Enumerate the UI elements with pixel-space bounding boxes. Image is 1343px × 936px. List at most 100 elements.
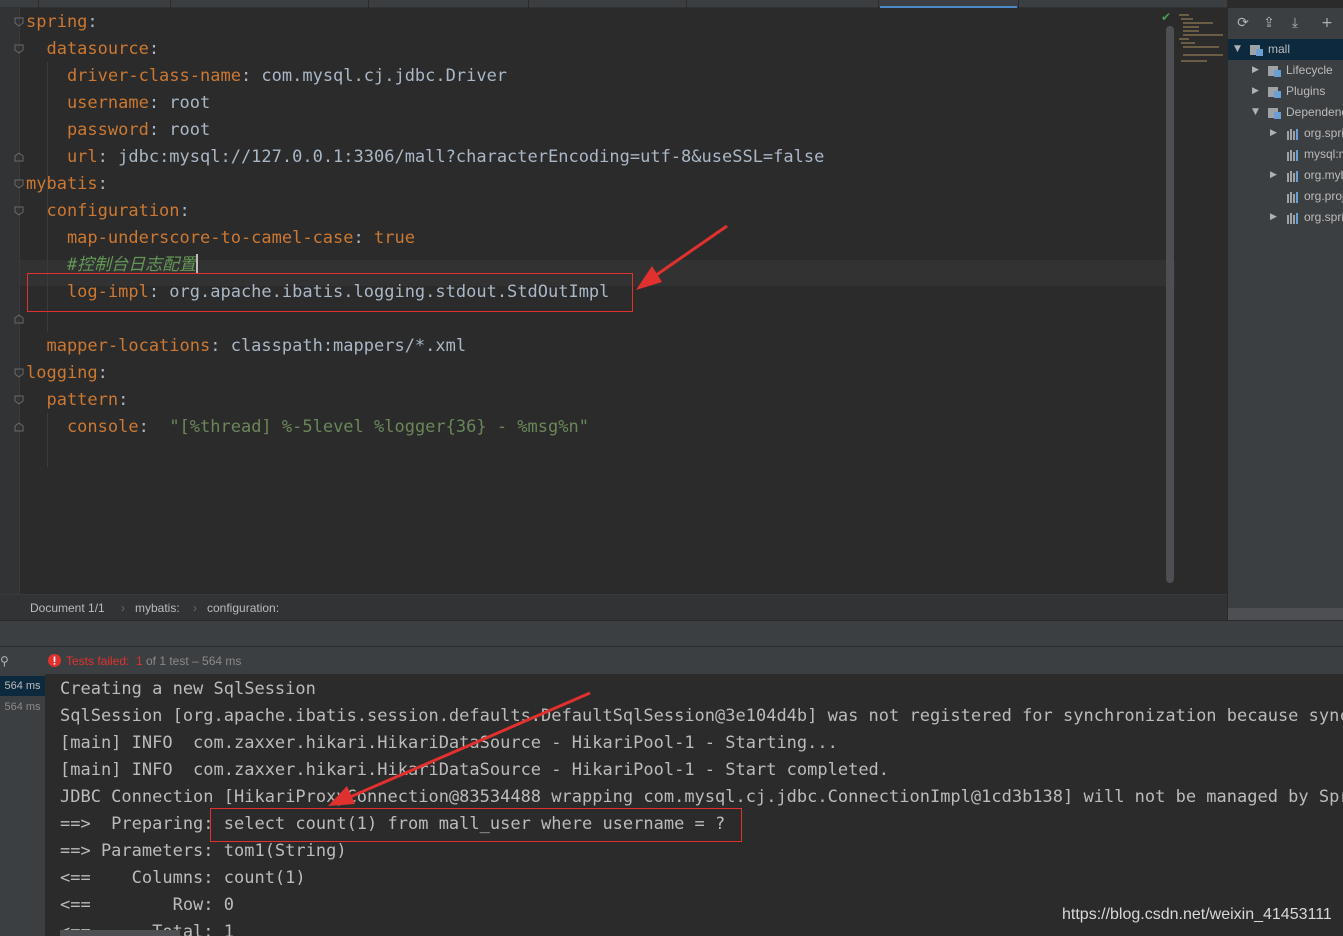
tests-failed-count: 1	[136, 654, 143, 668]
editor-scrollbar[interactable]	[1166, 26, 1174, 583]
test-timing-selected[interactable]: 564 ms	[0, 676, 45, 696]
maven-tree-item[interactable]: ▶ Lifecycle	[1228, 60, 1343, 81]
maven-tree-item[interactable]: mysql:mysql-connector-java	[1228, 144, 1343, 165]
console-line: ==> Parameters: tom1(String)	[60, 841, 347, 861]
text-cursor	[196, 254, 199, 273]
fold-marker-icon[interactable]	[14, 179, 24, 189]
breadcrumb-configuration[interactable]: configuration:	[207, 601, 279, 615]
error-icon	[48, 654, 61, 667]
maven-tree-item[interactable]: ▶ org.springframework.boot	[1228, 207, 1343, 228]
highlight-box-sql	[210, 808, 742, 842]
code-line: driver-class-name: com.mysql.cj.jdbc.Dri…	[26, 63, 507, 90]
console-line: [main] INFO com.zaxxer.hikari.HikariData…	[60, 760, 890, 780]
maven-tree-item[interactable]: ▼ Dependencies	[1228, 102, 1343, 123]
expand-right-icon[interactable]: ▶	[1252, 81, 1259, 102]
fold-marker-icon[interactable]	[14, 314, 24, 324]
expand-right-icon[interactable]: ▶	[1252, 60, 1259, 81]
maven-tree-item-label: org.mybatis.spring.boot	[1304, 168, 1343, 182]
console-line: [main] INFO com.zaxxer.hikari.HikariData…	[60, 733, 838, 753]
fold-marker-icon[interactable]	[14, 44, 24, 54]
generate-sources-icon[interactable]: ⇪	[1260, 14, 1278, 32]
yaml-value: : classpath:mappers/*.xml	[210, 336, 467, 356]
yaml-key: username	[26, 93, 149, 113]
download-icon[interactable]: ⤓	[1286, 14, 1304, 32]
reimport-icon[interactable]: ⟳	[1234, 14, 1252, 32]
fold-marker-icon[interactable]	[14, 422, 24, 432]
add-project-icon[interactable]: +	[1318, 14, 1336, 32]
code-line: mapper-locations: classpath:mappers/*.xm…	[26, 333, 466, 360]
yaml-value: :	[118, 390, 129, 410]
expand-right-icon[interactable]: ▶	[1270, 123, 1277, 144]
yaml-value: :	[97, 174, 108, 194]
expand-down-icon[interactable]: ▼	[1234, 39, 1241, 60]
yaml-value: : root	[148, 120, 211, 140]
maven-tree-item[interactable]: org.projectlombok	[1228, 186, 1343, 207]
maven-tree-item-label: org.projectlombok	[1304, 189, 1343, 203]
fold-marker-icon[interactable]	[14, 395, 24, 405]
yaml-key: datasource	[26, 39, 149, 59]
yaml-key: mybatis	[26, 174, 98, 194]
maven-tree-item-label: Lifecycle	[1286, 63, 1333, 77]
console-line: JDBC Connection [HikariProxyConnection@8…	[60, 787, 1343, 807]
lifecycle-icon	[1268, 66, 1281, 77]
console-horizontal-scrollbar[interactable]	[60, 930, 180, 936]
yaml-comment: #控制台日志配置	[26, 255, 197, 275]
yaml-key: logging	[26, 363, 98, 383]
yaml-key: true	[374, 228, 415, 248]
console-output[interactable]: Creating a new SqlSession SqlSession [org…	[45, 674, 1343, 936]
yaml-value: :	[353, 228, 374, 248]
maven-tree-item[interactable]: ▼ mall	[1228, 39, 1343, 60]
fold-marker-icon[interactable]	[14, 152, 24, 162]
maven-tool-window: ⟳ ⇪ ⤓ + ▼ mall ▶ Lifecycle ▶ Plugins ▼ Dependen…	[1227, 8, 1343, 620]
code-line: map-underscore-to-camel-case: true	[26, 225, 415, 252]
yaml-value: : jdbc:mysql://127.0.0.1:3306/mall?chara…	[97, 147, 825, 167]
breadcrumb-document[interactable]: Document 1/1	[30, 601, 105, 615]
breadcrumb[interactable]: Document 1/1 › mybatis: › configuration:	[0, 594, 1227, 620]
yaml-key: driver-class-name	[26, 66, 241, 86]
dependencies-icon	[1268, 108, 1281, 119]
yaml-value: :	[179, 201, 190, 221]
test-tree-timings: 564 ms 564 ms	[0, 674, 45, 936]
maven-tree-item-label: mall	[1268, 42, 1291, 56]
pin-icon[interactable]: ⚲	[0, 654, 9, 668]
yaml-value: :	[97, 363, 108, 383]
editor-minimap[interactable]	[1175, 8, 1227, 594]
expand-right-icon[interactable]: ▶	[1270, 207, 1277, 228]
library-icon	[1287, 192, 1298, 203]
code-line: logging:	[26, 360, 108, 387]
maven-tree-item[interactable]: ▶ Plugins	[1228, 81, 1343, 102]
yaml-value: :	[87, 12, 98, 32]
console-line: <== Columns: count(1)	[60, 868, 306, 888]
tool-window-separator[interactable]	[0, 620, 1343, 646]
maven-scrollbar[interactable]	[1228, 608, 1343, 620]
fold-marker-icon[interactable]	[14, 368, 24, 378]
fold-marker-icon[interactable]	[14, 17, 24, 27]
code-line: datasource:	[26, 36, 159, 63]
tests-failed-label: Tests failed:	[66, 654, 130, 668]
library-icon	[1287, 129, 1298, 140]
maven-tree-item-label: org.springframework.boot	[1304, 126, 1343, 140]
fold-marker-icon[interactable]	[14, 206, 24, 216]
maven-tree-item[interactable]: ▶ org.mybatis.spring.boot	[1228, 165, 1343, 186]
code-line: spring:	[26, 9, 98, 36]
plugins-icon	[1268, 87, 1281, 98]
yaml-key: console	[26, 417, 139, 437]
test-timing[interactable]: 564 ms	[0, 697, 45, 717]
editor-tab-strip[interactable]	[0, 0, 1227, 8]
maven-tree-item-label: mysql:mysql-connector-java	[1304, 147, 1343, 161]
console-line: SqlSession [org.apache.ibatis.session.de…	[60, 706, 1343, 726]
expand-down-icon[interactable]: ▼	[1252, 102, 1259, 123]
yaml-value: : com.mysql.cj.jdbc.Driver	[240, 66, 508, 86]
maven-toolbar: ⟳ ⇪ ⤓ +	[1228, 8, 1343, 38]
maven-tree-item-label: Plugins	[1286, 84, 1326, 98]
yaml-value: : root	[148, 93, 211, 113]
maven-tree-item-label: org.springframework.boot	[1304, 210, 1343, 224]
yaml-string: "[%thread] %-5level %logger{36} - %msg%n…	[169, 417, 589, 437]
breadcrumb-mybatis[interactable]: mybatis:	[135, 601, 180, 615]
code-line: console: "[%thread] %-5level %logger{36}…	[26, 414, 589, 441]
expand-right-icon[interactable]: ▶	[1270, 165, 1277, 186]
maven-tree-item[interactable]: ▶ org.springframework.boot	[1228, 123, 1343, 144]
yaml-key: password	[26, 120, 149, 140]
inspection-ok-icon: ✔	[1161, 10, 1172, 24]
yaml-key: mapper-locations	[26, 336, 211, 356]
